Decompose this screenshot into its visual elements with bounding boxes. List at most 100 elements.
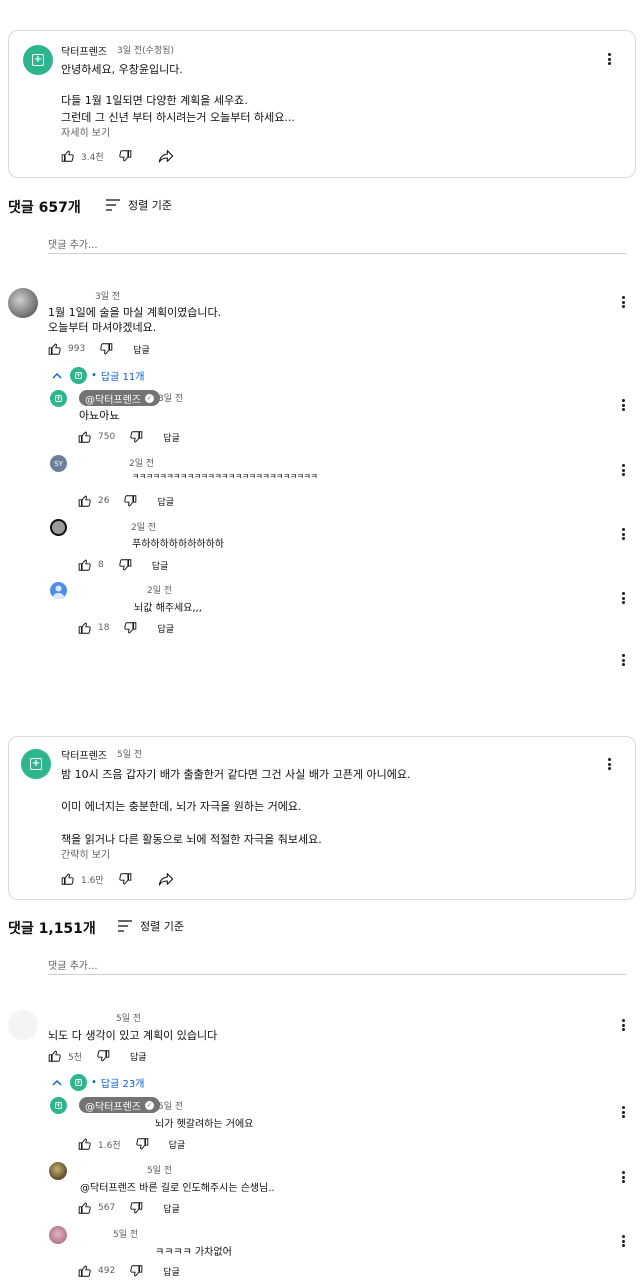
like-icon[interactable] [48,342,62,356]
reply-time[interactable]: 2일 전 [147,583,172,596]
reply-avatar[interactable] [50,519,67,536]
comment-options-icon[interactable] [617,1017,629,1033]
plus-icon: + [75,371,82,379]
share-icon[interactable] [158,149,174,163]
author-pill[interactable]: @닥터프렌즈 ✓ [79,390,160,406]
share-icon[interactable] [158,872,174,886]
reply-button[interactable]: 답글 [157,495,174,508]
reply-time[interactable]: 5일 전 [147,1163,172,1176]
reply-avatar[interactable] [49,1162,67,1180]
like-icon[interactable] [61,872,75,886]
reply-options-icon[interactable] [617,1104,629,1120]
like-icon[interactable] [78,1201,92,1215]
reply-button[interactable]: 답글 [157,622,174,635]
replies-toggle[interactable]: + • 답글 23개 [52,1074,144,1091]
dot-separator: • [91,370,97,381]
reply-time[interactable]: 2일 전 [131,520,156,533]
reply-text: @닥터프렌즈 바른 길로 인도해주시는 슨생님.. [80,1183,275,1194]
dislike-icon[interactable] [99,342,113,356]
like-icon[interactable] [78,558,92,572]
channel-avatar: + [70,367,87,384]
replies-toggle[interactable]: + • 답글 11개 [52,367,144,384]
dislike-icon[interactable] [123,621,137,635]
comment-count: 댓글 1,151개 [8,921,96,937]
person-icon [50,584,67,599]
channel-name[interactable]: 닥터프렌즈 [61,43,107,58]
comment-count: 댓글 657개 [8,200,81,216]
more-options-icon[interactable] [603,51,615,67]
reply-options-icon[interactable] [617,397,629,413]
post-text-line: 다들 1월 1일되면 다양한 계획을 세우죠. [61,94,248,107]
dislike-icon[interactable] [135,1137,149,1151]
dislike-icon[interactable] [96,1049,110,1063]
reply-avatar[interactable] [49,1226,67,1244]
dislike-icon[interactable] [118,558,132,572]
like-icon[interactable] [48,1049,62,1063]
dislike-icon[interactable] [123,494,137,508]
show-less-link[interactable]: 간략히 보기 [61,846,110,861]
reply-options-icon[interactable] [617,1233,629,1249]
sort-button[interactable]: 정렬 기준 [118,918,184,934]
comment-actions: 5천 답글 [48,1049,147,1063]
like-icon[interactable] [61,149,75,163]
post-text-line: 밤 10시 즈음 갑자기 배가 출출한거 같다면 그건 사실 배가 고픈게 아니… [61,768,411,781]
more-options-icon[interactable] [603,756,615,772]
like-count: 750 [98,432,116,442]
reply-avatar[interactable]: + [50,390,67,407]
reply-button[interactable]: 답글 [163,1265,180,1278]
dislike-icon[interactable] [129,430,143,444]
dislike-icon[interactable] [118,872,132,886]
reply-button[interactable]: 답글 [163,431,180,444]
like-icon[interactable] [78,621,92,635]
comment-time[interactable]: 5일 전 [116,1011,141,1024]
like-icon[interactable] [78,430,92,444]
verified-icon: ✓ [145,393,154,403]
post-text-line: 그런데 그 신년 부터 하시려는거 오늘부터 하세요... [61,111,295,124]
reply-avatar[interactable] [50,582,67,599]
dislike-icon[interactable] [129,1201,143,1215]
reply-button[interactable]: 답글 [169,1138,186,1151]
comment-text: 뇌도 다 생각이 있고 계획이 있습니다 [48,1029,218,1042]
reply-options-icon[interactable] [617,590,629,606]
post-text-line: 책을 읽거나 다른 활동으로 뇌에 적절한 자극을 줘보세요. [61,833,322,846]
reply-time[interactable]: 2일 전 [129,456,154,469]
dislike-icon[interactable] [129,1264,143,1278]
reply-options-icon[interactable] [617,526,629,542]
reply-button[interactable]: 답글 [133,343,150,356]
like-icon[interactable] [78,1264,92,1278]
like-icon[interactable] [78,1137,92,1151]
comment-time[interactable]: 3일 전 [95,289,120,302]
author-pill[interactable]: @닥터프렌즈 ✓ [79,1097,160,1113]
post-time[interactable]: 3일 전(수정됨) [117,43,174,56]
like-icon[interactable] [78,494,92,508]
channel-avatar[interactable]: + [23,45,53,75]
comment-avatar[interactable] [8,1010,38,1040]
comment-options-icon[interactable] [617,294,629,310]
dislike-icon[interactable] [118,149,132,163]
reply-button[interactable]: 답글 [163,1202,180,1215]
comment-avatar[interactable] [8,288,38,318]
reply-avatar[interactable]: + [50,1097,67,1114]
reply-avatar[interactable]: SY [50,455,67,472]
add-comment-input[interactable]: 댓글 추가... [48,957,98,972]
more-options-icon[interactable] [617,652,629,668]
reply-time[interactable]: 5일 전 [158,1099,183,1112]
reply-time[interactable]: 5일 전 [113,1227,138,1240]
like-count: 492 [98,1266,116,1276]
verified-icon: ✓ [145,1100,154,1110]
reply-options-icon[interactable] [617,462,629,478]
reply-button[interactable]: 답글 [130,1050,147,1063]
post-time[interactable]: 5일 전 [117,747,142,760]
read-more-link[interactable]: 자세히 보기 [61,124,110,139]
sort-button[interactable]: 정렬 기준 [106,197,172,213]
sort-label: 정렬 기준 [128,199,172,212]
channel-avatar[interactable]: + [21,749,51,779]
plus-icon: + [75,1078,82,1086]
plus-icon: + [55,1101,62,1109]
reply-button[interactable]: 답글 [152,559,169,572]
reply-actions: 18 답글 [78,621,174,635]
reply-time[interactable]: 3일 전 [158,391,183,404]
reply-options-icon[interactable] [617,1169,629,1185]
add-comment-input[interactable]: 댓글 추가... [48,236,98,251]
channel-name[interactable]: 닥터프렌즈 [61,747,107,762]
